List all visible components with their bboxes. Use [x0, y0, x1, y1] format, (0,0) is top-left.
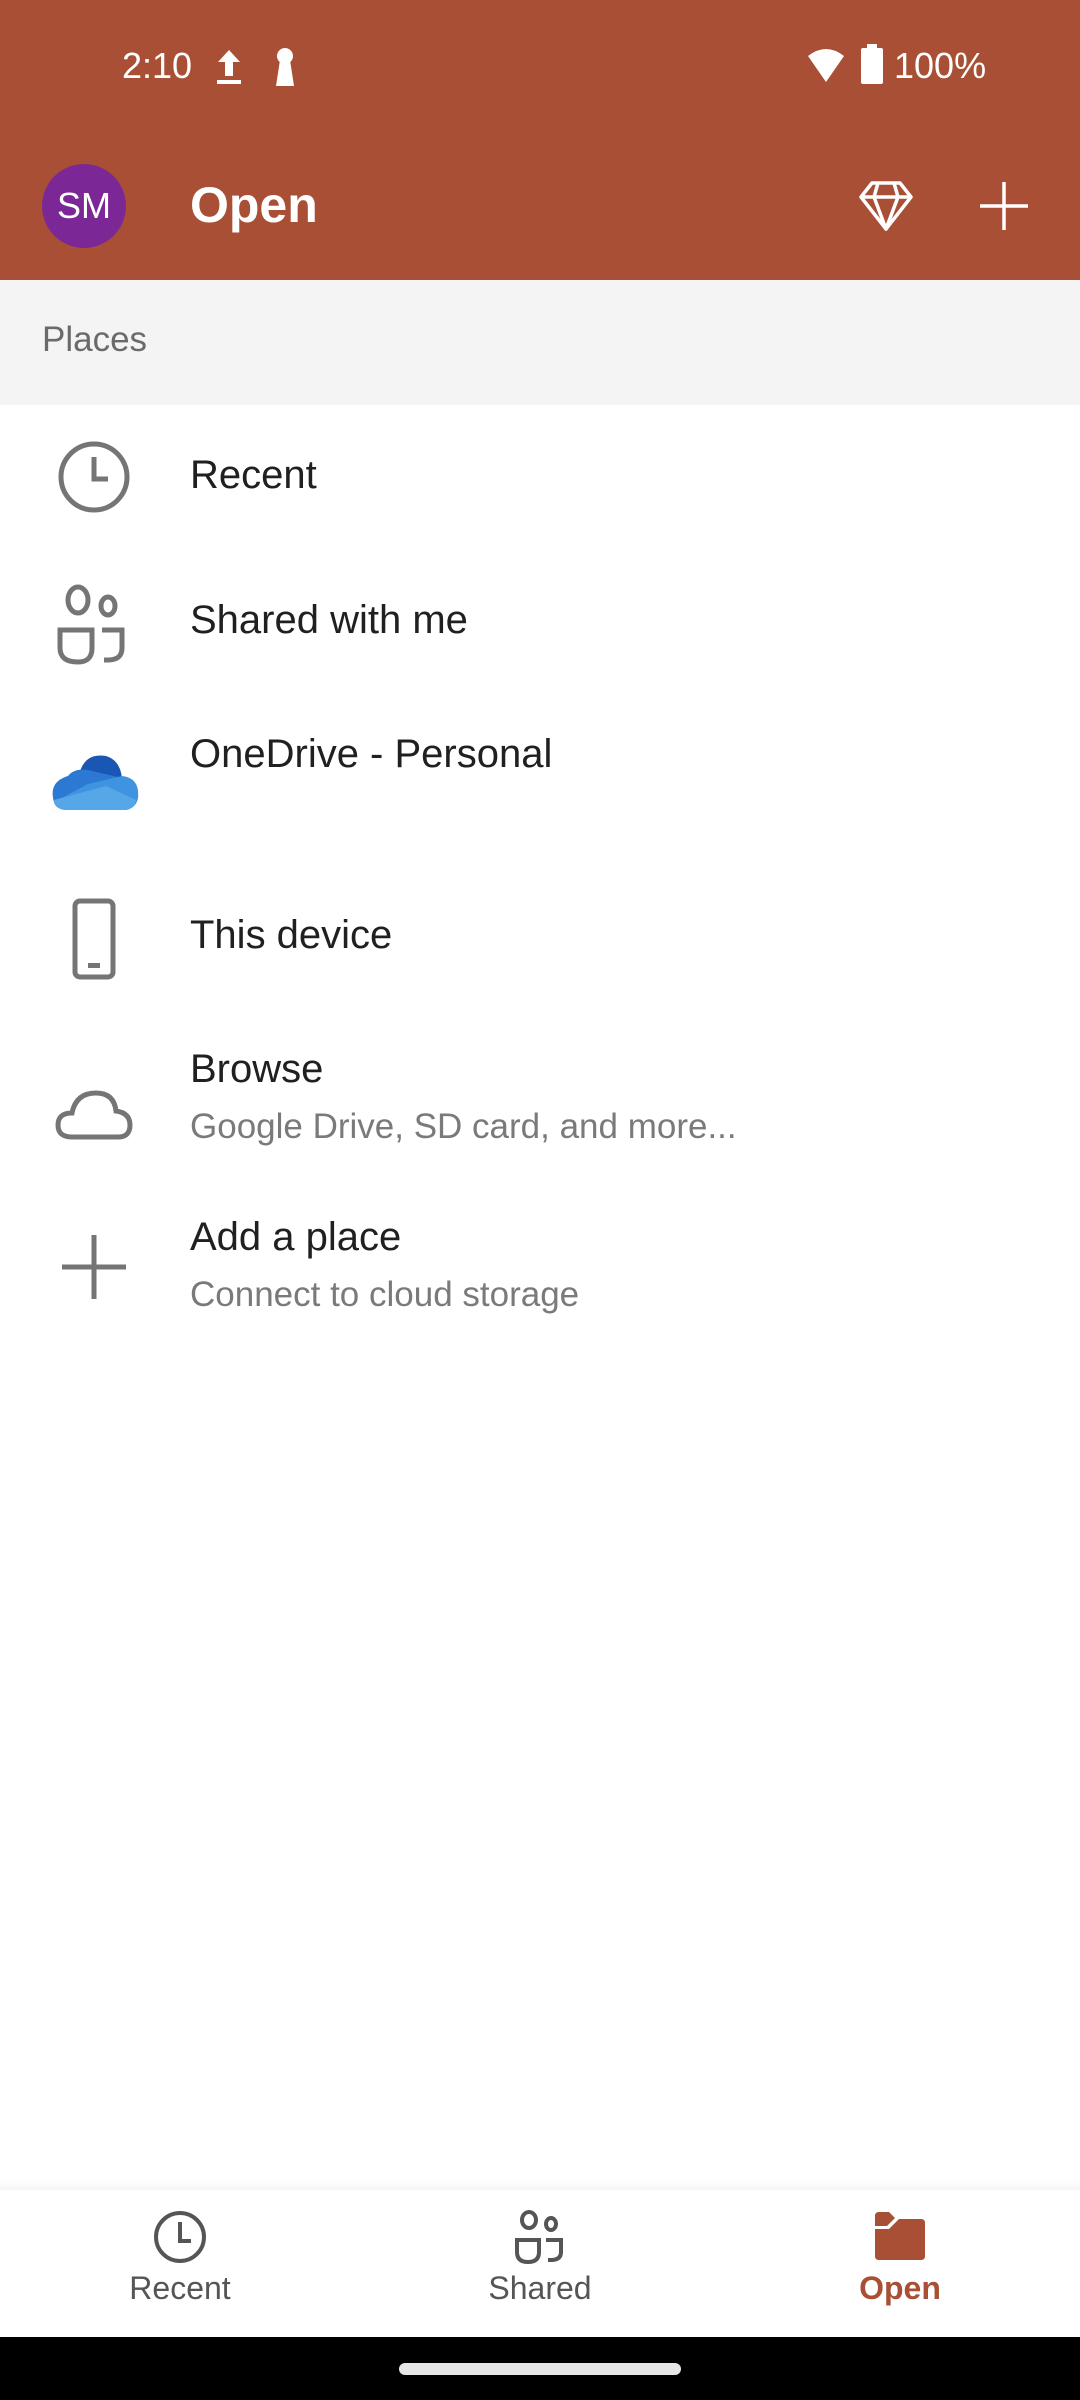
clock-icon [58, 441, 130, 513]
avatar-initials: SM [57, 185, 111, 226]
place-onedrive-personal[interactable]: OneDrive - Personal [0, 698, 1080, 863]
place-sublabel: Google Drive, SD card, and more... [190, 1107, 737, 1146]
people-icon [515, 2210, 563, 2264]
tab-open[interactable]: Open [720, 2190, 1080, 2337]
cloud-outline-icon [55, 1090, 133, 1140]
place-label: Browse [190, 1047, 324, 1091]
phone-icon [72, 898, 116, 980]
place-this-device[interactable]: This device [0, 863, 1080, 1013]
place-add-a-place[interactable]: Add a place Connect to cloud storage [0, 1183, 1080, 1353]
premium-diamond-icon[interactable] [858, 180, 914, 232]
system-nav-bar [0, 2337, 1080, 2400]
battery-icon [861, 44, 883, 84]
tab-shared[interactable]: Shared [360, 2190, 720, 2337]
toolbar: SM Open [0, 160, 1080, 250]
place-label: OneDrive - Personal [190, 732, 553, 776]
bottom-nav: Recent Shared Open [0, 2190, 1080, 2337]
app-root: 2:10 100% SM Open Places Recent Shared w… [0, 0, 1080, 2400]
status-bar: 2:10 100% [0, 40, 1080, 90]
avatar[interactable]: SM [42, 164, 126, 248]
nav-divider [0, 2180, 1080, 2190]
place-label: This device [190, 913, 393, 957]
app-header: 2:10 100% SM Open [0, 0, 1080, 280]
new-plus-icon[interactable] [978, 180, 1030, 232]
places-header: Places [0, 280, 1080, 405]
tab-label: Shared [488, 2270, 592, 2306]
folder-icon [875, 2212, 925, 2260]
place-recent[interactable]: Recent [0, 405, 1080, 550]
home-gesture-handle[interactable] [399, 2363, 681, 2375]
place-label: Shared with me [190, 598, 468, 642]
status-time: 2:10 [122, 45, 193, 86]
plus-icon [62, 1235, 126, 1299]
tab-label: Recent [129, 2270, 231, 2306]
upload-icon [217, 50, 241, 84]
battery-percent: 100% [894, 45, 987, 86]
places-heading: Places [42, 320, 148, 359]
place-sublabel: Connect to cloud storage [190, 1275, 580, 1314]
tab-recent[interactable]: Recent [0, 2190, 360, 2337]
clock-icon [154, 2211, 206, 2263]
keyhole-icon [276, 48, 294, 86]
tab-label: Open [859, 2270, 941, 2306]
page-title: Open [190, 177, 318, 233]
onedrive-icon [52, 755, 139, 810]
people-icon [57, 584, 125, 665]
place-browse[interactable]: Browse Google Drive, SD card, and more..… [0, 1013, 1080, 1183]
place-label: Recent [190, 453, 317, 497]
place-label: Add a place [190, 1215, 402, 1259]
wifi-icon [808, 49, 844, 82]
place-shared-with-me[interactable]: Shared with me [0, 550, 1080, 698]
